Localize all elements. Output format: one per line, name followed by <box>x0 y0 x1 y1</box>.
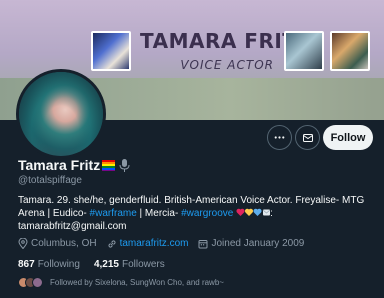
hearts-emoji-icon <box>236 208 271 216</box>
banner-character-art-3 <box>330 31 370 71</box>
followers-count[interactable]: 4,215 <box>94 259 119 270</box>
bio-email: tamarabfritz@gmail.com <box>18 221 127 232</box>
rainbow-flag-icon <box>102 159 116 171</box>
banner-title: TAMARA FRITZ <box>140 29 312 53</box>
hashtag-warframe-link[interactable]: #warframe <box>90 208 137 219</box>
avatar[interactable] <box>16 69 106 159</box>
profile-bio: Tamara. 29. she/he, genderfluid. British… <box>18 195 365 232</box>
link-icon <box>108 239 116 248</box>
website-link[interactable]: tamarafritz.com <box>120 238 189 249</box>
more-options-button[interactable] <box>267 125 292 150</box>
more-icon <box>274 136 285 139</box>
location-pin-icon <box>18 238 28 249</box>
website-item: tamarafritz.com <box>107 238 189 249</box>
followed-by-row[interactable]: Followed by Sixelona, SungWon Cho, and r… <box>18 277 224 288</box>
banner-character-art-2 <box>284 31 324 71</box>
display-name-row: Tamara Fritz <box>18 157 130 173</box>
following-label[interactable]: Following <box>38 259 80 270</box>
calendar-icon <box>198 239 208 248</box>
follower-avatar <box>32 277 43 288</box>
joined-text: Joined January 2009 <box>211 238 305 249</box>
display-name: Tamara Fritz <box>18 157 101 173</box>
banner-subtitle: VOICE ACTOR <box>180 58 274 72</box>
location-item: Columbus, OH <box>18 238 97 249</box>
microphone-icon <box>119 158 130 172</box>
hashtag-wargroove-link[interactable]: #wargroove <box>181 208 233 219</box>
joined-item: Joined January 2009 <box>198 238 304 249</box>
follow-counts: 867 Following 4,215 Followers <box>18 259 179 270</box>
banner-character-art-1 <box>91 31 131 71</box>
envelope-icon <box>302 133 313 142</box>
message-button[interactable] <box>295 125 320 150</box>
followers-label[interactable]: Followers <box>122 259 165 270</box>
location-text: Columbus, OH <box>31 238 97 249</box>
profile-meta: Columbus, OH tamarafritz.com Joined Janu… <box>18 238 314 249</box>
follow-button[interactable]: Follow <box>323 125 373 150</box>
followed-by-text: Followed by Sixelona, SungWon Cho, and r… <box>50 278 224 287</box>
username-handle: @totalspiffage <box>18 175 82 186</box>
bio-text: | Mercia- <box>136 208 182 219</box>
following-count[interactable]: 867 <box>18 259 35 270</box>
avatar-photo <box>19 72 103 156</box>
